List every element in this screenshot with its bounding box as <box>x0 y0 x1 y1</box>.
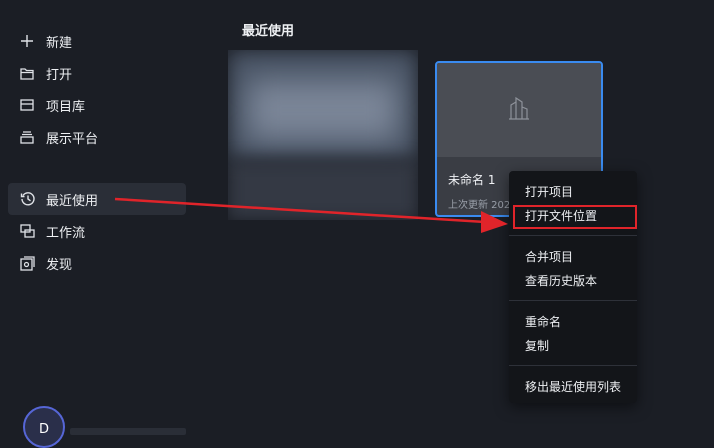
annotation-arrow <box>114 197 508 233</box>
